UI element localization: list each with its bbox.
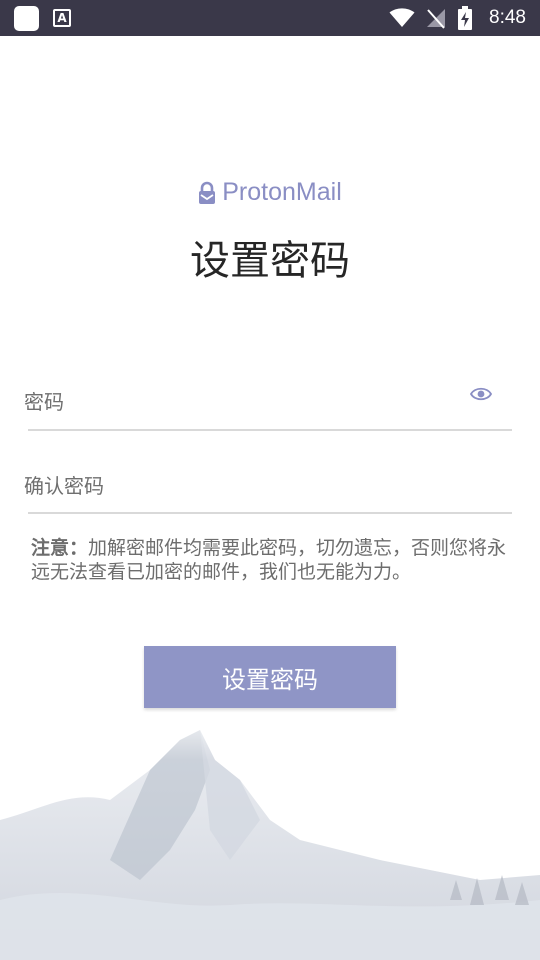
password-field[interactable]: 密码 bbox=[24, 378, 512, 432]
no-signal-icon bbox=[427, 9, 446, 29]
status-time: 8:48 bbox=[489, 7, 526, 28]
confirm-password-field[interactable]: 确认密码 bbox=[24, 462, 512, 516]
protonmail-logo: ProtonMail bbox=[0, 178, 540, 207]
app-square-icon bbox=[14, 5, 39, 31]
confirm-password-underline bbox=[28, 512, 512, 514]
status-bar-left: A bbox=[14, 5, 71, 31]
password-underline bbox=[28, 429, 512, 431]
note-prefix: 注意： bbox=[31, 537, 89, 559]
status-bar-right: 8:48 bbox=[389, 6, 526, 30]
font-a-icon: A bbox=[53, 9, 71, 27]
proton-lock-icon bbox=[199, 181, 216, 204]
password-warning-note: 注意：加解密邮件均需要此密码，切勿遗忘，否则您将永远无法查看已加密的邮件，我们也… bbox=[31, 536, 517, 584]
page-title: 设置密码 bbox=[190, 238, 350, 284]
logo-text: ProtonMail bbox=[222, 178, 342, 206]
confirm-password-placeholder: 确认密码 bbox=[24, 474, 104, 498]
mountain-background bbox=[0, 700, 540, 960]
status-bar: A 8:48 bbox=[0, 0, 540, 36]
note-text: 加解密邮件均需要此密码，切勿遗忘，否则您将永远无法查看已加密的邮件，我们也无能为… bbox=[31, 537, 507, 583]
wifi-icon bbox=[389, 8, 415, 27]
font-a-glyph: A bbox=[57, 11, 67, 25]
password-placeholder: 密码 bbox=[24, 390, 64, 414]
set-password-button[interactable]: 设置密码 bbox=[144, 646, 396, 708]
eye-icon[interactable] bbox=[469, 386, 493, 406]
battery-charging-icon bbox=[458, 6, 473, 30]
